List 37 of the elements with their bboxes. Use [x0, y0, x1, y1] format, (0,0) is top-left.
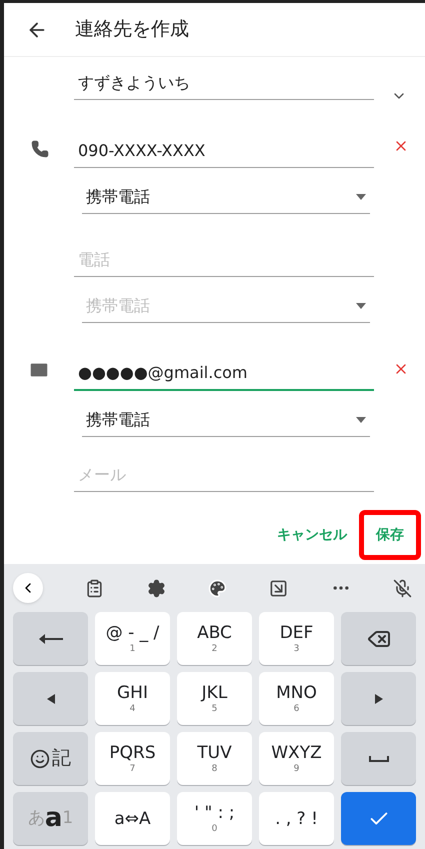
keyboard-key[interactable]: MNO 6	[259, 672, 334, 725]
keyboard-key[interactable]: ABC 2	[177, 612, 252, 665]
keyboard-key[interactable]: GHI 4	[95, 672, 170, 725]
mic-off-icon[interactable]	[392, 578, 412, 598]
text-field[interactable]: すずきよういち	[74, 71, 374, 100]
text-field[interactable]: 電話	[74, 248, 374, 277]
keyboard-key[interactable]: DEF 3	[259, 612, 334, 665]
screen-title: 連絡先を作成	[75, 17, 189, 42]
dropdown-caret-icon	[356, 194, 366, 200]
palette-icon[interactable]	[208, 578, 227, 598]
keyboard-key[interactable]: a⇔A	[95, 792, 170, 845]
keyboard-key[interactable]: WXYZ 9	[259, 732, 334, 785]
keyboard-key[interactable]: ' " : ; 0	[177, 792, 252, 845]
right-triangle-icon	[374, 694, 382, 704]
return-arrow-icon	[38, 632, 64, 644]
text-field[interactable]: ●●●●●@gmail.com	[74, 361, 374, 391]
clipboard-icon[interactable]	[85, 578, 104, 598]
emoji-symbol-key[interactable]: 記	[13, 732, 88, 785]
left-triangle-icon	[46, 694, 54, 704]
text-field[interactable]: メール	[74, 463, 374, 492]
space-icon	[368, 756, 388, 762]
type-dropdown[interactable]: 携帯電話	[82, 180, 370, 214]
keyboard-key[interactable]: @ - _ / 1	[95, 612, 170, 665]
phone-icon	[31, 140, 49, 158]
collapse-toolbar-button[interactable]	[13, 573, 43, 603]
dropdown-caret-icon	[356, 302, 366, 308]
backspace-key[interactable]	[341, 612, 416, 665]
keyboard-key[interactable]: JKL 5	[177, 672, 252, 725]
keyboard-key[interactable]: TUV 8	[177, 732, 252, 785]
dropdown-caret-icon	[356, 416, 366, 422]
type-dropdown[interactable]: 携帯電話	[82, 403, 370, 437]
resize-icon[interactable]	[269, 578, 288, 598]
input-mode-key[interactable]: あa 1	[13, 792, 88, 845]
keyboard-key[interactable]: . , ? !	[259, 792, 334, 845]
keyboard-key[interactable]: PQRS 7	[95, 732, 170, 785]
text-field[interactable]: 090-XXXX-XXXX	[74, 139, 374, 168]
smiley-icon	[30, 748, 50, 768]
